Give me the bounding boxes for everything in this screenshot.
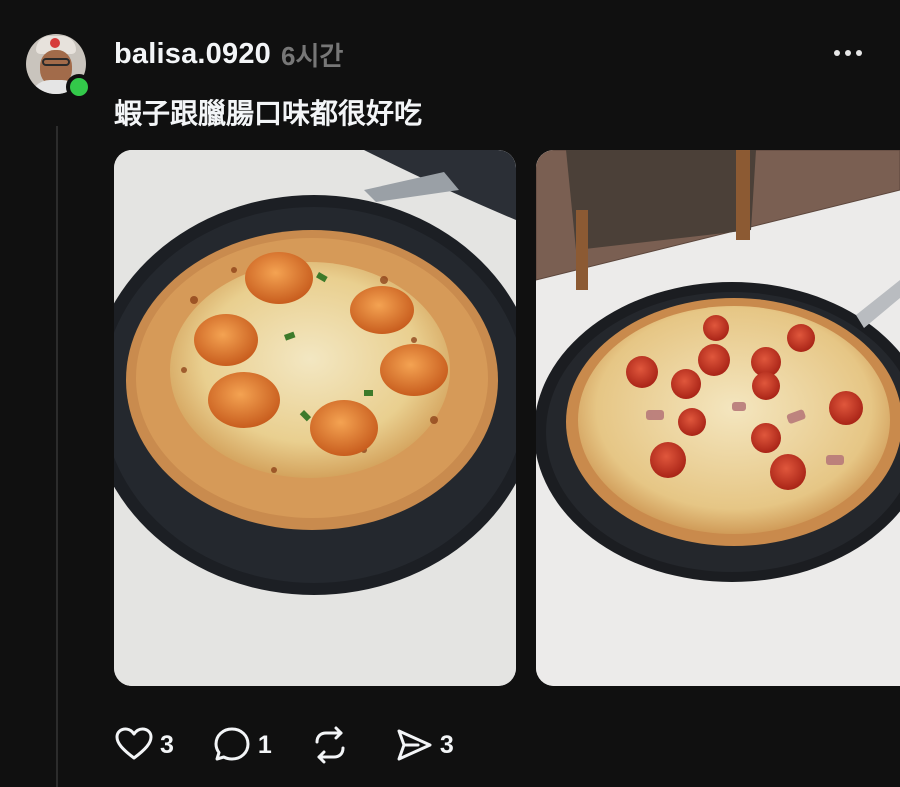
pepperoni-pizza-image xyxy=(536,150,900,686)
comment-count: 1 xyxy=(257,730,272,759)
like-count: 3 xyxy=(160,730,174,759)
username[interactable]: balisa.0920 xyxy=(114,38,271,71)
comment-button[interactable]: 1 xyxy=(212,725,272,765)
photo-shrimp-pizza[interactable] xyxy=(114,150,516,686)
more-dots-icon xyxy=(834,50,840,56)
send-icon xyxy=(397,729,432,761)
share-button[interactable]: 3 xyxy=(394,725,454,765)
repost-icon xyxy=(315,726,345,764)
action-bar: 3 1 3 xyxy=(114,722,492,768)
avatar[interactable] xyxy=(26,34,92,100)
share-count: 3 xyxy=(439,730,454,759)
repost-button[interactable] xyxy=(310,725,356,765)
timestamp: 6시간 xyxy=(281,40,344,71)
thread-post: balisa.0920 6시간 蝦子跟臘腸口味都很好吃 3 1 3 xyxy=(0,0,900,787)
like-button[interactable]: 3 xyxy=(114,725,174,765)
photo-pepperoni-pizza[interactable] xyxy=(536,150,900,686)
shrimp-pizza-image xyxy=(114,150,516,686)
online-status-icon xyxy=(66,74,92,100)
thread-line xyxy=(56,126,58,787)
heart-icon xyxy=(115,727,153,760)
comment-bubble-icon xyxy=(214,727,250,761)
post-header: balisa.0920 6시간 xyxy=(114,34,343,74)
more-options-button[interactable] xyxy=(828,40,868,66)
post-caption: 蝦子跟臘腸口味都很好吃 xyxy=(114,97,423,130)
